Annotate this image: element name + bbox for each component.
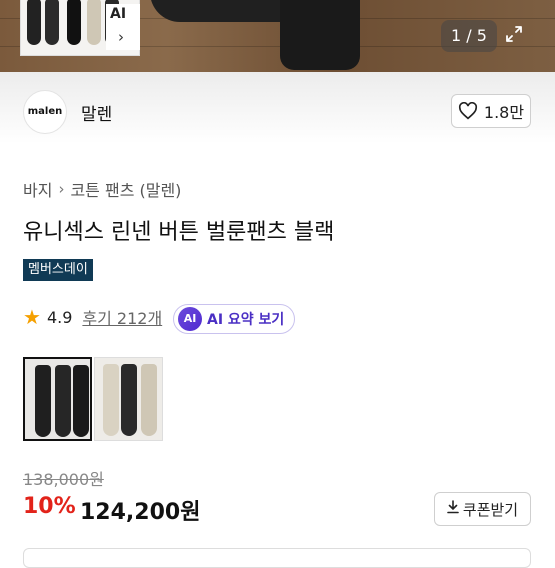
pants-leg-image [121, 364, 137, 436]
download-icon [447, 500, 459, 518]
discount-rate: 10% [23, 494, 76, 519]
brand-logo[interactable]: malen [23, 90, 67, 134]
pants-leg-image [35, 365, 51, 437]
pants-leg-image [103, 364, 119, 436]
product-image-gallery[interactable]: AI › 1 / 5 [0, 0, 555, 72]
ai-summary-button[interactable]: AI AI 요약 보기 [173, 304, 296, 334]
color-option-beige[interactable] [94, 357, 163, 441]
rating-row: ★ 4.9 후기 212개 [23, 305, 162, 329]
pants-leg-image [73, 365, 89, 437]
star-icon: ★ [23, 305, 41, 329]
expand-icon[interactable] [502, 24, 526, 49]
pants-leg-image [141, 364, 157, 436]
image-counter: 1 / 5 [441, 20, 497, 52]
chevron-right-icon: › [58, 180, 65, 198]
breadcrumb-subcategory[interactable]: 코튼 팬츠 (말렌) [70, 177, 181, 201]
header-shade [0, 72, 555, 192]
color-option-black[interactable] [23, 357, 92, 441]
mini-pants-image [67, 0, 81, 45]
like-count: 1.8만 [483, 103, 525, 122]
original-price: 138,000원 [23, 470, 104, 489]
coupon-label: 쿠폰받기 [462, 500, 519, 519]
gallery-photo-shoe [150, 0, 300, 22]
ai-sparkle-icon: AI [178, 307, 202, 331]
final-price: 124,200원 [80, 500, 201, 525]
ai-similar-label[interactable]: AI [110, 6, 126, 22]
review-count-link[interactable]: 후기 212개 [82, 305, 162, 329]
rating-score: 4.9 [46, 307, 73, 327]
breadcrumb: 바지 › 코튼 팬츠 (말렌) [23, 177, 181, 201]
breadcrumb-category[interactable]: 바지 [23, 177, 52, 201]
chevron-right-icon[interactable]: › [118, 28, 124, 46]
gallery-photo-boot [280, 0, 360, 70]
product-title: 유니섹스 린넨 버튼 벌룬팬츠 블랙 [23, 220, 335, 245]
brand-name[interactable]: 말렌 [81, 100, 112, 125]
mini-pants-image [87, 0, 101, 45]
option-select-box[interactable] [23, 548, 531, 568]
pants-leg-image [55, 365, 71, 437]
event-badge: 멤버스데이 [23, 259, 93, 281]
mini-pants-image [45, 0, 59, 45]
like-button[interactable]: 1.8만 [451, 94, 531, 128]
heart-icon [458, 102, 478, 120]
ai-summary-label: AI 요약 보기 [207, 312, 285, 328]
coupon-button[interactable]: 쿠폰받기 [434, 492, 531, 526]
mini-pants-image [27, 0, 41, 45]
